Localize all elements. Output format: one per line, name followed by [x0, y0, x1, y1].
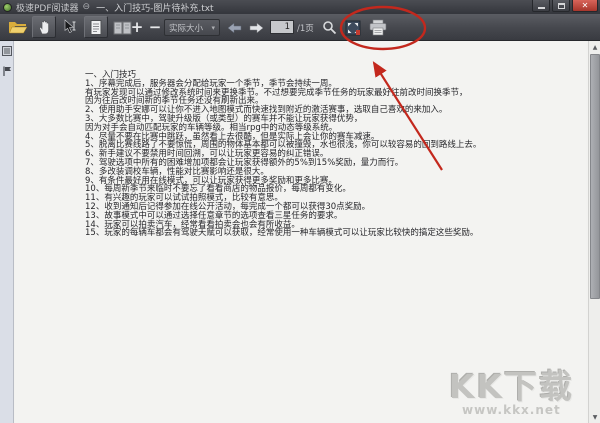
plus-icon: + [130, 17, 144, 36]
hand-tool-button[interactable] [32, 16, 56, 38]
scroll-down-icon: ▼ [592, 413, 598, 421]
document-text: 一、入门技巧 1、序幕完成后，服务器会分配给玩家一个季节，季节会持续一周。 有玩… [85, 71, 481, 238]
document-title: 一、入门技巧-图片待补充.txt [96, 3, 214, 14]
vertical-scrollbar[interactable]: ▲ ▼ [588, 41, 600, 423]
open-folder-icon [8, 22, 27, 34]
page-number-input[interactable] [270, 20, 294, 34]
open-file-button[interactable] [7, 19, 28, 36]
print-button[interactable] [367, 18, 389, 36]
previous-page-button[interactable] [226, 21, 242, 34]
pdf-reader-window: 极速PDF阅读器 ⊖ 一、入门技巧-图片待补充.txt ✕ + − 实际大小 ▾… [0, 0, 600, 423]
zoom-out-button[interactable]: − [146, 18, 164, 36]
arrow-left-icon [227, 22, 241, 33]
sidebar-rail [0, 41, 14, 423]
close-icon: ✕ [581, 1, 589, 10]
app-title: 极速PDF阅读器 [16, 3, 79, 14]
scroll-up-icon: ▲ [592, 43, 598, 51]
close-button[interactable]: ✕ [572, 0, 598, 12]
search-button[interactable] [320, 18, 338, 36]
main-area: 一、入门技巧 1、序幕完成后，服务器会分配给玩家一个季节，季节会持续一周。 有玩… [0, 41, 600, 423]
zoom-level-value: 实际大小 [169, 23, 204, 34]
menu-circle-icon[interactable]: ⊖ [83, 2, 91, 12]
toolbar: + − 实际大小 ▾ /1页 [0, 14, 600, 41]
maximize-button[interactable] [552, 0, 570, 12]
maximize-icon [557, 2, 565, 9]
chevron-down-icon: ▾ [211, 23, 215, 32]
single-page-icon [90, 19, 102, 35]
document-page[interactable]: 一、入门技巧 1、序幕完成后，服务器会分配给玩家一个季节，季节会持续一周。 有玩… [15, 41, 586, 423]
title-bar: 极速PDF阅读器 ⊖ 一、入门技巧-图片待补充.txt ✕ [0, 0, 600, 14]
search-icon [322, 20, 336, 34]
minimize-icon [537, 6, 545, 9]
page-total-label: /1页 [297, 24, 314, 34]
app-logo-icon [3, 2, 12, 12]
minus-icon: − [148, 17, 162, 36]
zoom-in-button[interactable]: + [128, 18, 146, 36]
select-text-button[interactable] [60, 17, 80, 37]
bookmark-flag-icon[interactable] [2, 66, 12, 76]
zoom-level-select[interactable]: 实际大小 ▾ [164, 19, 220, 36]
arrow-right-icon [249, 22, 263, 33]
site-watermark: KK下载 www.kkx.net [448, 367, 574, 417]
next-page-button[interactable] [248, 21, 264, 34]
doc-line: 15、玩家的每辆车都会有驾驶天赋可以获取，经常使用一种车辆模式可以让玩家比较快的… [85, 228, 479, 239]
window-controls: ✕ [530, 0, 598, 12]
single-page-view-button[interactable] [84, 16, 108, 38]
fullscreen-icon [345, 20, 361, 35]
thumbnails-tab-icon[interactable] [2, 46, 12, 56]
watermark-url: www.kkx.net [462, 403, 561, 417]
select-cursor-icon [64, 19, 76, 33]
watermark-logo-text: KK下载 [448, 367, 574, 406]
scrollbar-thumb[interactable] [590, 54, 600, 299]
scroll-up-button[interactable]: ▲ [589, 41, 600, 53]
printer-icon [369, 19, 387, 35]
fullscreen-button[interactable] [344, 19, 362, 36]
hand-icon [38, 20, 49, 35]
minimize-button[interactable] [532, 0, 550, 12]
scroll-down-button[interactable]: ▼ [589, 411, 600, 423]
